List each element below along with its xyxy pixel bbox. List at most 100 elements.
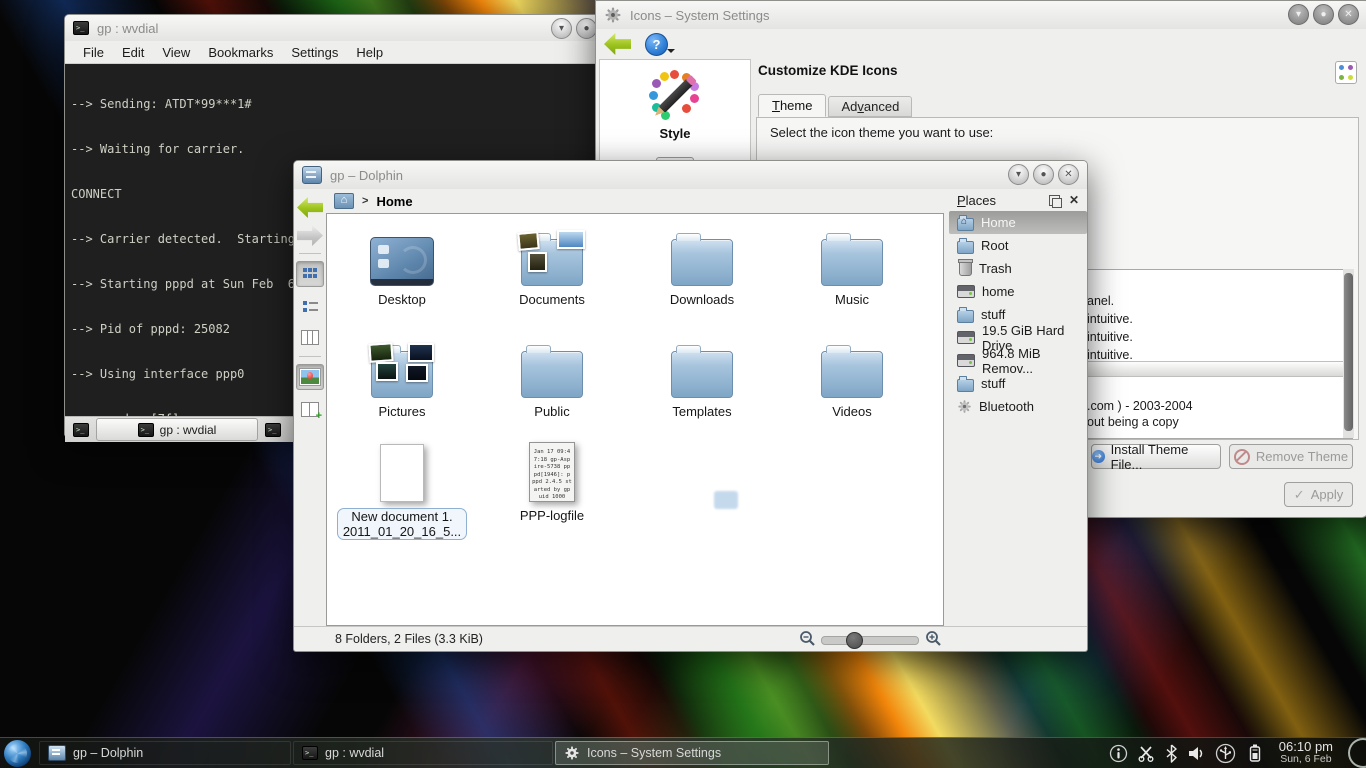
folder-item[interactable]: Downloads xyxy=(627,222,777,307)
back-icon[interactable] xyxy=(604,33,631,55)
task-system-settings[interactable]: Icons – System Settings xyxy=(555,741,829,765)
clipboard-scissors-icon[interactable] xyxy=(1137,744,1156,763)
clock[interactable]: 06:10 pm Sun, 6 Feb xyxy=(1279,740,1333,766)
folder-icon xyxy=(957,379,974,392)
status-text: 8 Folders, 2 Files (3.3 KiB) xyxy=(335,632,483,646)
theme-description-fragment: .com ) - 2003-2004 xyxy=(1087,399,1193,413)
close-icon[interactable]: ✕ xyxy=(1058,164,1079,185)
terminal-line: --> Sending: ATDT*99***1# xyxy=(71,97,599,112)
overview-icon[interactable] xyxy=(1335,61,1357,84)
removable-drive-icon xyxy=(957,354,975,367)
konsole-tab[interactable]: >_ gp : wvdial xyxy=(96,418,258,441)
folder-icon xyxy=(957,241,974,254)
drag-ghost xyxy=(714,491,738,509)
details-view-button[interactable] xyxy=(297,294,323,318)
terminal-line: --> Waiting for carrier. xyxy=(71,142,599,157)
zoom-slider-handle[interactable] xyxy=(846,632,863,649)
tab-list-button[interactable]: >_ xyxy=(262,420,284,440)
battery-icon[interactable] xyxy=(1245,743,1264,763)
install-theme-button[interactable]: ➜ Install Theme File... xyxy=(1091,444,1221,469)
menu-item-settings[interactable]: Settings xyxy=(283,44,346,61)
minimize-icon[interactable]: ▾ xyxy=(551,18,572,39)
bluetooth-icon[interactable] xyxy=(1165,744,1178,763)
konsole-titlebar[interactable]: >_ gp : wvdial ▾ ● xyxy=(65,15,605,41)
places-item-home-drive[interactable]: home xyxy=(949,280,1087,303)
tab-advanced[interactable]: Advanced xyxy=(828,96,912,117)
menu-item-edit[interactable]: Edit xyxy=(114,44,152,61)
breadcrumb-home[interactable]: Home xyxy=(376,194,412,209)
menu-item-view[interactable]: View xyxy=(154,44,198,61)
back-icon[interactable] xyxy=(297,197,323,218)
places-item-bluetooth[interactable]: Bluetooth xyxy=(949,395,1087,418)
minimize-icon[interactable]: ▾ xyxy=(1008,164,1029,185)
zoom-out-icon[interactable] xyxy=(799,630,816,647)
hard-drive-icon xyxy=(957,285,975,298)
folder-item[interactable]: Public xyxy=(477,334,627,419)
theme-description-fragment: out being a copy xyxy=(1087,415,1179,429)
videos-folder-icon xyxy=(821,351,883,398)
style-icon[interactable] xyxy=(649,70,701,122)
remove-theme-button[interactable]: Remove Theme xyxy=(1229,444,1353,469)
menu-item-file[interactable]: File xyxy=(75,44,112,61)
panel-cashew-icon[interactable] xyxy=(1348,738,1366,768)
close-panel-icon[interactable]: ✕ xyxy=(1069,193,1079,207)
places-item-trash[interactable]: Trash xyxy=(949,257,1087,280)
folder-item[interactable]: Templates xyxy=(627,334,777,419)
folder-item[interactable]: Videos xyxy=(777,334,927,419)
split-icon xyxy=(301,402,319,417)
zoom-in-icon[interactable] xyxy=(925,630,942,647)
folder-item[interactable]: Pictures xyxy=(327,334,477,419)
home-icon[interactable]: ⌂ xyxy=(334,193,354,209)
detach-panel-icon[interactable] xyxy=(1049,195,1060,206)
settings-tabs: Theme Advanced xyxy=(758,94,914,117)
dolphin-window: gp – Dolphin ▾ ● ✕ ⌂ > Home xyxy=(293,160,1088,652)
details-view-icon xyxy=(303,300,318,313)
minimize-icon[interactable]: ▾ xyxy=(1288,4,1309,25)
folder-icon xyxy=(957,310,974,323)
terminal-icon: >_ xyxy=(265,423,281,437)
new-tab-button[interactable]: >_ xyxy=(70,420,92,440)
hard-drive-icon xyxy=(957,331,975,344)
maximize-icon[interactable]: ● xyxy=(1313,4,1334,25)
places-item-removable[interactable]: 964.8 MiB Remov... xyxy=(949,349,1087,372)
maximize-icon[interactable]: ● xyxy=(576,18,597,39)
dolphin-titlebar[interactable]: gp – Dolphin ▾ ● ✕ xyxy=(294,161,1087,189)
menu-item-bookmarks[interactable]: Bookmarks xyxy=(200,44,281,61)
columns-view-button[interactable] xyxy=(297,325,323,349)
task-konsole[interactable]: >_ gp : wvdial xyxy=(293,741,553,765)
maximize-icon[interactable]: ● xyxy=(1033,164,1054,185)
file-item-selected[interactable]: New document 1. 2011_01_20_16_5... xyxy=(327,436,477,540)
folder-view[interactable]: Desktop Documents Downloads Music xyxy=(326,213,944,626)
folder-item[interactable]: Desktop xyxy=(327,222,477,307)
theme-list-fragment: intuitive. xyxy=(1087,330,1133,344)
dolphin-statusbar: 8 Folders, 2 Files (3.3 KiB) xyxy=(294,626,1087,651)
device-notifier-usb-icon[interactable] xyxy=(1215,743,1236,764)
folder-item[interactable]: Documents xyxy=(477,222,627,307)
places-item-root[interactable]: Root xyxy=(949,234,1087,257)
preview-button[interactable] xyxy=(296,364,324,390)
settings-titlebar[interactable]: Icons – System Settings ▾ ● ✕ xyxy=(596,1,1366,29)
app-launcher-button[interactable] xyxy=(0,739,34,767)
info-icon[interactable] xyxy=(1109,744,1128,763)
desktop-folder-icon xyxy=(370,237,434,286)
close-icon[interactable]: ✕ xyxy=(1338,4,1359,25)
volume-icon[interactable] xyxy=(1187,744,1206,763)
system-tray: 06:10 pm Sun, 6 Feb xyxy=(1109,738,1366,768)
file-item[interactable]: Jan 17 09:4 7:18 gp-Asp ire-5738 pp pd[1… xyxy=(477,436,627,540)
icons-view-button[interactable] xyxy=(296,261,324,287)
task-dolphin[interactable]: gp – Dolphin xyxy=(39,741,291,765)
apply-button[interactable]: ✓ Apply xyxy=(1284,482,1353,507)
forward-icon[interactable] xyxy=(297,225,323,246)
vertical-scrollbar[interactable] xyxy=(1343,269,1354,438)
menu-item-help[interactable]: Help xyxy=(348,44,391,61)
desktop: >_ gp : wvdial ▾ ● File Edit View Bookma… xyxy=(0,0,1366,768)
help-icon[interactable]: ? xyxy=(645,33,668,56)
folder-item[interactable]: Music xyxy=(777,222,927,307)
terminal-icon: >_ xyxy=(302,746,318,760)
pictures-folder-icon xyxy=(371,351,433,398)
sidebar-item-style[interactable]: Style xyxy=(659,126,690,141)
split-view-button[interactable] xyxy=(297,397,323,421)
places-item-home[interactable]: Home xyxy=(949,211,1087,234)
tab-theme[interactable]: Theme xyxy=(758,94,826,117)
zoom-slider[interactable] xyxy=(821,636,919,645)
